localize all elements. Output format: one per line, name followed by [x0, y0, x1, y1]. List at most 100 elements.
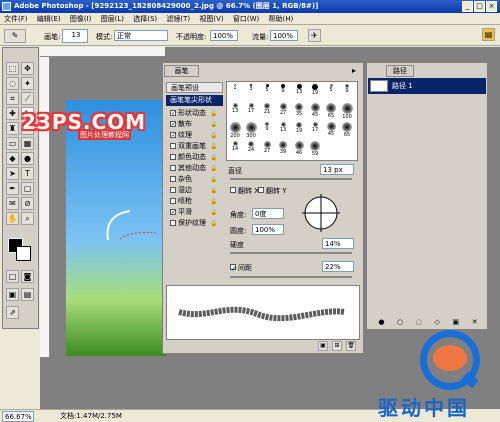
lock-icon[interactable]: 🔒	[210, 185, 217, 196]
load-selection-icon[interactable]: ◌	[416, 318, 422, 328]
brush-tip-cell[interactable]: 13	[227, 101, 243, 120]
type-tool-icon[interactable]: T	[21, 167, 34, 180]
brush-option-4[interactable]: 颜色动态 🔒	[166, 152, 223, 163]
brush-tip-cell[interactable]: 65	[339, 120, 355, 139]
zoom-tool-icon[interactable]: ⌕	[21, 212, 34, 225]
shape-tool-icon[interactable]: ▢	[21, 182, 34, 195]
lasso-tool-icon[interactable]: ◌	[6, 77, 19, 90]
hardness-slider[interactable]	[230, 252, 352, 254]
panel-menu-icon[interactable]: ▸	[352, 66, 356, 75]
menu-view[interactable]: 视图(V)	[199, 15, 223, 23]
maximize-button[interactable]: □	[474, 1, 485, 12]
menu-edit[interactable]: 编辑(E)	[37, 15, 61, 23]
stroke-path-icon[interactable]: ○	[397, 318, 403, 328]
make-path-icon[interactable]: ◇	[435, 318, 440, 328]
brush-tip-cell[interactable]: 9	[259, 120, 275, 139]
brush-option-3[interactable]: 双重画笔 🔒	[166, 141, 223, 152]
background-color-swatch[interactable]	[16, 246, 31, 261]
brush-tip-cell[interactable]: 35	[291, 101, 307, 120]
healing-tool-icon[interactable]: ✚	[6, 107, 19, 120]
screen-mode-full-icon[interactable]: ▤	[21, 288, 34, 301]
brush-option-checkbox[interactable]	[170, 143, 176, 149]
brush-picker[interactable]: 13	[62, 29, 88, 43]
brush-tip-cell[interactable]: 45	[323, 120, 339, 139]
lock-icon[interactable]: 🔒	[210, 141, 217, 152]
brush-option-6[interactable]: 杂色 🔒	[166, 174, 223, 185]
eraser-tool-icon[interactable]: ▭	[6, 137, 19, 150]
brush-tip-cell[interactable]: 39	[275, 139, 291, 158]
brush-option-checkbox[interactable]: ✓	[170, 121, 176, 128]
brush-option-checkbox[interactable]: ✓	[170, 110, 176, 117]
brush-tip-cell[interactable]: 5	[259, 82, 275, 101]
airbrush-icon[interactable]: ✈	[308, 29, 321, 42]
brush-option-10[interactable]: 保护纹理 🔒	[166, 218, 223, 229]
brush-tip-shape-item[interactable]: 画笔笔尖形状	[166, 95, 223, 106]
spacing-slider[interactable]	[230, 276, 352, 278]
brush-option-checkbox[interactable]: ✓	[170, 209, 176, 216]
new-path-icon[interactable]: ▣	[453, 318, 460, 328]
brush-tip-cell[interactable]: 9	[339, 82, 355, 101]
brush-tip-cell[interactable]: 45	[307, 101, 323, 120]
brush-option-1[interactable]: ✓ 散布 🔒	[166, 119, 223, 130]
opacity-field[interactable]: 100%	[210, 30, 238, 41]
slice-tool-icon[interactable]: ⟋	[21, 92, 34, 105]
lock-icon[interactable]: 🔒	[210, 152, 217, 163]
brush-tip-cell[interactable]: 17	[307, 120, 323, 139]
brush-tip-cell[interactable]: 21	[259, 101, 275, 120]
menu-layer[interactable]: 图层(L)	[101, 15, 124, 23]
angle-roundness-dial[interactable]	[300, 192, 342, 234]
brush-option-8[interactable]: 喷枪 🔒	[166, 196, 223, 207]
mode-select[interactable]: 正常	[114, 30, 168, 41]
menu-help[interactable]: 帮助(H)	[268, 15, 293, 23]
jump-to-imageready-icon[interactable]: ⇗	[6, 306, 19, 319]
brush-tip-cell[interactable]: 17	[243, 101, 259, 120]
angle-field[interactable]: 0度	[252, 208, 284, 219]
quickmask-mode-icon[interactable]: ◙	[21, 270, 34, 283]
brush-tip-cell[interactable]: 3	[243, 82, 259, 101]
move-tool-icon[interactable]: ✥	[21, 62, 34, 75]
brush-tip-cell[interactable]: 14	[227, 139, 243, 158]
flip-x-checkbox[interactable]	[230, 187, 236, 193]
brush-option-7[interactable]: 湿边 🔒	[166, 185, 223, 196]
brush-option-checkbox[interactable]	[170, 187, 176, 193]
hardness-field[interactable]: 14%	[322, 238, 354, 249]
hand-tool-icon[interactable]: ✋	[6, 212, 19, 225]
lock-icon[interactable]: 🔒	[210, 174, 217, 185]
brush-tip-cell[interactable]: 13	[291, 82, 307, 101]
magic-wand-tool-icon[interactable]: ✦	[21, 77, 34, 90]
lock-icon[interactable]: 🔒	[210, 163, 217, 174]
brush-option-9[interactable]: ✓ 平滑 🔒	[166, 207, 223, 218]
create-brush-icon[interactable]: ⊞	[332, 341, 342, 351]
diameter-slider[interactable]	[230, 178, 352, 180]
lock-icon[interactable]: 🔒	[210, 207, 217, 218]
tab-paths[interactable]: 路径	[386, 65, 414, 77]
eyedropper-tool-icon[interactable]: ⊘	[21, 197, 34, 210]
brush-option-2[interactable]: ✓ 纹理 🔒	[166, 130, 223, 141]
lock-icon[interactable]: 🔒	[210, 218, 217, 229]
menu-select[interactable]: 选择(S)	[133, 15, 157, 23]
brush-tip-cell[interactable]: 27	[259, 139, 275, 158]
lock-icon[interactable]: 🔒	[210, 130, 217, 141]
brush-tip-grid[interactable]: 1 3 5 9 13 19 5 9 13 17 21 27 35 45 65 100 200 300 9 13 19 17…	[226, 81, 358, 161]
menu-window[interactable]: 窗口(W)	[233, 15, 259, 23]
path-select-tool-icon[interactable]: ➤	[6, 167, 19, 180]
flip-y-checkbox[interactable]	[258, 187, 264, 193]
brush-option-5[interactable]: 其他动态 🔒	[166, 163, 223, 174]
dodge-tool-icon[interactable]: ●	[21, 152, 34, 165]
delete-path-icon[interactable]: ✕	[472, 318, 478, 328]
gradient-tool-icon[interactable]: ▦	[21, 137, 34, 150]
brush-option-checkbox[interactable]: ✓	[170, 132, 176, 139]
brush-option-checkbox[interactable]	[170, 220, 176, 226]
brush-tip-cell[interactable]: 300	[243, 120, 259, 139]
menu-file[interactable]: 文件(F)	[4, 15, 28, 23]
brush-tip-cell[interactable]: 27	[275, 101, 291, 120]
roundness-field[interactable]: 100%	[252, 224, 284, 235]
brush-option-checkbox[interactable]	[170, 165, 176, 171]
flow-field[interactable]: 100%	[270, 30, 298, 41]
brush-tip-cell[interactable]: 59	[307, 139, 323, 158]
screen-mode-standard-icon[interactable]: ▣	[6, 288, 19, 301]
diameter-field[interactable]: 13 px	[320, 164, 354, 175]
brush-tip-cell[interactable]: 200	[227, 120, 243, 139]
brush-tip-cell[interactable]: 19	[307, 82, 323, 101]
lock-icon[interactable]: 🔒	[210, 196, 217, 207]
